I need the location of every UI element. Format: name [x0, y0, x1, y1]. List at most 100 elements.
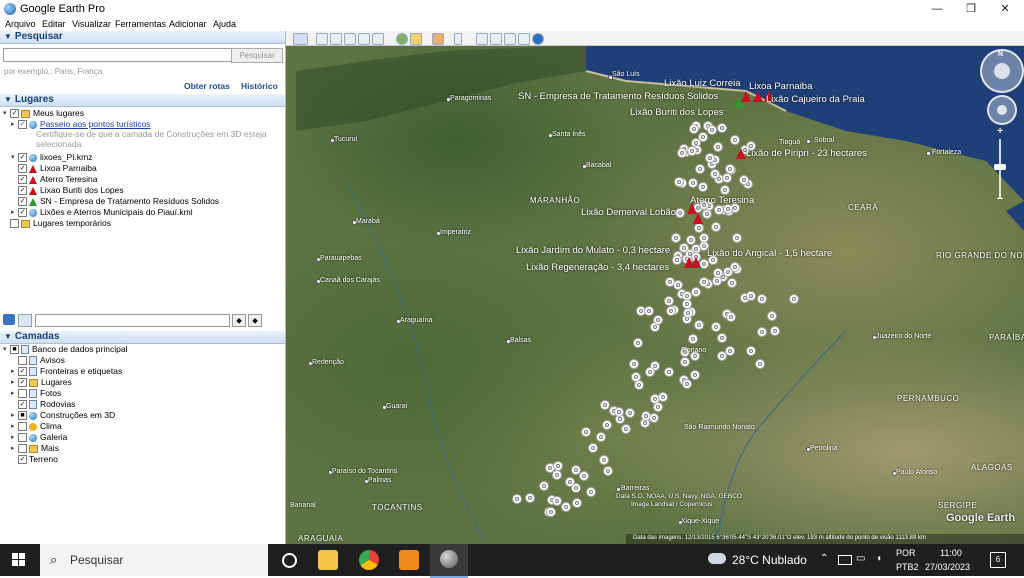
- path-icon[interactable]: [344, 33, 356, 45]
- placemark-label[interactable]: Lixão de Piripri - 23 hectares: [746, 148, 867, 159]
- menu-arquivo[interactable]: Arquivo: [5, 19, 36, 29]
- checkbox[interactable]: [18, 356, 27, 366]
- ruler-icon[interactable]: [454, 33, 462, 45]
- layer-places[interactable]: ▸ ✓ Lugares: [11, 377, 72, 388]
- landfill-marker[interactable]: [695, 164, 705, 174]
- expand-icon[interactable]: ▸: [11, 421, 18, 432]
- expand-icon[interactable]: ▸: [11, 119, 18, 130]
- layer-more[interactable]: ▸ Mais: [11, 443, 59, 454]
- checkbox[interactable]: [18, 444, 27, 454]
- checkbox[interactable]: ✓: [18, 153, 27, 163]
- landfill-marker[interactable]: [746, 291, 756, 301]
- landfill-marker[interactable]: [699, 277, 709, 287]
- places-item-lixoes-kml[interactable]: ▸ ✓ Lixões e Aterros Municipais do Piauí.k…: [11, 207, 193, 218]
- polygon-icon[interactable]: [330, 33, 342, 45]
- landfill-marker[interactable]: [711, 322, 721, 332]
- landfill-marker[interactable]: [757, 327, 767, 337]
- look-control[interactable]: [987, 95, 1017, 125]
- close-button[interactable]: ✕: [988, 0, 1022, 18]
- layer-gallery[interactable]: ▸ Galeria: [11, 432, 67, 443]
- checkbox[interactable]: [18, 433, 27, 443]
- landfill-marker[interactable]: [653, 402, 663, 412]
- collapse-icon[interactable]: ▾: [3, 344, 10, 355]
- expand-icon[interactable]: ▸: [11, 432, 18, 443]
- places-filter-input[interactable]: [35, 314, 230, 327]
- landfill-marker[interactable]: [644, 306, 654, 316]
- search-input[interactable]: [3, 48, 232, 62]
- landfill-marker[interactable]: [596, 432, 606, 442]
- menu-ajuda[interactable]: Ajuda: [213, 19, 236, 29]
- expand-icon[interactable]: ▸: [11, 377, 18, 388]
- history-link[interactable]: Histórico: [241, 81, 278, 91]
- save-image-icon[interactable]: [504, 33, 516, 45]
- placemark-label[interactable]: Lixão Jardim do Mulato - 0,3 hectare: [516, 245, 670, 256]
- sidebar-toggle-icon[interactable]: [293, 33, 308, 45]
- landfill-marker[interactable]: [746, 346, 756, 356]
- landfill-marker[interactable]: [664, 367, 674, 377]
- expand-icon[interactable]: ▸: [11, 207, 18, 218]
- landfill-marker[interactable]: [680, 357, 690, 367]
- zoom-out-icon[interactable]: −: [995, 194, 1005, 205]
- landfill-marker[interactable]: [631, 372, 641, 382]
- placemark-label[interactable]: Lixão do Angical - 1,5 hectare: [707, 248, 832, 259]
- landfill-marker[interactable]: [725, 164, 735, 174]
- placemark-label[interactable]: Lixão Cajueiro da Praia: [766, 94, 865, 105]
- landfill-marker[interactable]: [539, 481, 549, 491]
- red-pin-icon[interactable]: [693, 213, 703, 224]
- landfill-marker[interactable]: [599, 455, 609, 465]
- landfill-marker[interactable]: [625, 408, 635, 418]
- red-pin-icon[interactable]: [753, 91, 763, 102]
- clock-time[interactable]: 11:00: [940, 548, 962, 558]
- landfill-marker[interactable]: [789, 294, 799, 304]
- landfill-marker[interactable]: [586, 487, 596, 497]
- image-overlay-icon[interactable]: [358, 33, 370, 45]
- placemark-label[interactable]: Aterro Teresina: [690, 195, 754, 206]
- landfill-marker[interactable]: [730, 135, 740, 145]
- landfill-marker[interactable]: [579, 471, 589, 481]
- places-item-lixao-buriti[interactable]: ✓ Lixao Buriti dos Lopes: [18, 185, 124, 196]
- zoom-in-icon[interactable]: +: [995, 127, 1005, 137]
- landfill-marker[interactable]: [546, 507, 556, 517]
- landfill-marker[interactable]: [739, 175, 749, 185]
- search-section-header[interactable]: ▼ Pesquisar: [0, 31, 285, 44]
- panel-toggle-button[interactable]: [18, 314, 32, 327]
- landfill-marker[interactable]: [694, 320, 704, 330]
- search-places-button[interactable]: [3, 314, 15, 325]
- language-indicator[interactable]: POR: [896, 548, 916, 558]
- minimize-button[interactable]: —: [920, 0, 954, 18]
- landfill-marker[interactable]: [717, 123, 727, 133]
- checkbox[interactable]: ■: [18, 411, 27, 421]
- compass-control[interactable]: N: [980, 49, 1024, 93]
- move-down-button[interactable]: ⬥: [248, 314, 262, 327]
- taskbar-search[interactable]: ⌕ Pesquisar: [40, 544, 268, 576]
- collapse-icon[interactable]: ▾: [3, 108, 10, 119]
- clock-date[interactable]: 27/03/2023: [925, 562, 970, 572]
- red-pin-icon[interactable]: [691, 257, 701, 268]
- layer-photos[interactable]: ▸ Fotos: [11, 388, 61, 399]
- landfill-marker[interactable]: [689, 124, 699, 134]
- landfill-marker[interactable]: [710, 169, 720, 179]
- landfill-marker[interactable]: [687, 146, 697, 156]
- move-up-button[interactable]: ⬥: [232, 314, 246, 327]
- landfill-marker[interactable]: [720, 185, 730, 195]
- landfill-marker[interactable]: [674, 177, 684, 187]
- green-pin-icon[interactable]: [734, 97, 744, 108]
- landfill-marker[interactable]: [688, 334, 698, 344]
- landfill-marker[interactable]: [653, 315, 663, 325]
- landfill-marker[interactable]: [705, 153, 715, 163]
- placemark-label[interactable]: Lixão Luiz Correia: [664, 78, 741, 89]
- places-item-lixoa-parnaiba[interactable]: ✓ Lixoa Parnaiba: [18, 163, 97, 174]
- layers-section-header[interactable]: ▼ Camadas: [0, 331, 285, 344]
- checkbox[interactable]: ✓: [18, 186, 27, 196]
- email-icon[interactable]: [476, 33, 488, 45]
- battery-icon[interactable]: [838, 555, 852, 565]
- placemark-icon[interactable]: [316, 33, 328, 45]
- layer-roads[interactable]: ✓ Rodovias: [11, 399, 75, 410]
- places-item-my-places[interactable]: ▾ ✓ Meus lugares: [3, 108, 84, 119]
- record-tour-icon[interactable]: [372, 33, 384, 45]
- checkbox[interactable]: ✓: [18, 175, 27, 185]
- layer-main-db[interactable]: ▾ ■ Banco de dados principal: [3, 344, 127, 355]
- menu-visualizar[interactable]: Visualizar: [72, 19, 111, 29]
- places-item-lixoes-kmz[interactable]: ▾ ✓ lixoes_PI.kmz: [11, 152, 92, 163]
- landfill-marker[interactable]: [683, 308, 693, 318]
